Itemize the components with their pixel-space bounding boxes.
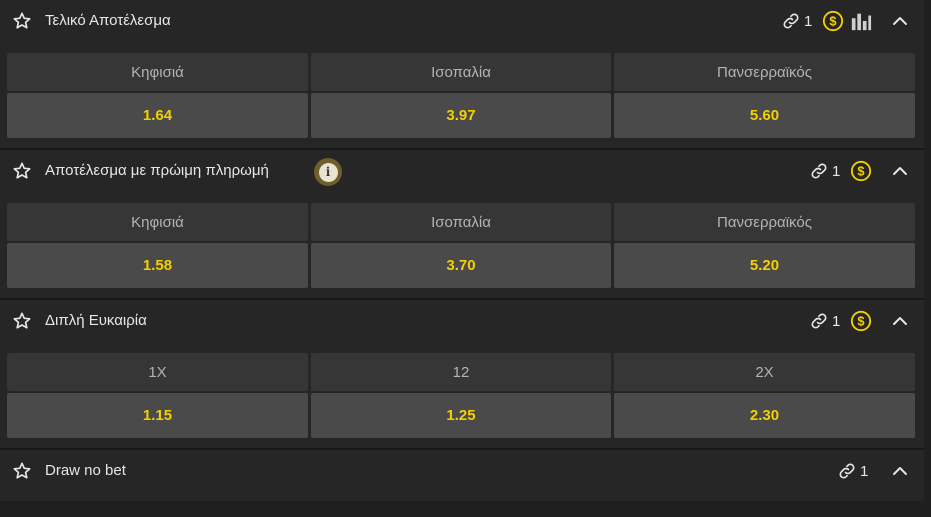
info-icon[interactable]: i — [314, 158, 342, 186]
market-final-result: Τελικό Αποτέλεσμα 1 $ Κηφισιά Ισοπαλία Π… — [0, 0, 924, 148]
market-double-chance: Διπλή Ευκαιρία 1 $ 1X 12 2X 1.15 1.25 2.… — [0, 300, 924, 448]
linked-markets[interactable]: 1 — [810, 160, 840, 182]
dollar-coin-icon[interactable]: $ — [850, 160, 872, 182]
dollar-coin-icon[interactable]: $ — [822, 10, 844, 32]
market-draw-no-bet: Draw no bet 1 — [0, 450, 924, 501]
market-title: Τελικό Αποτέλεσμα — [45, 12, 171, 29]
star-outline-icon[interactable] — [12, 311, 32, 331]
star-outline-icon[interactable] — [12, 161, 32, 181]
link-icon — [811, 313, 827, 329]
selection-label: Πανσερραϊκός — [614, 203, 915, 241]
linked-markets[interactable]: 1 — [838, 460, 868, 482]
info-glyph: i — [318, 162, 338, 182]
dollar-coin-icon[interactable]: $ — [850, 310, 872, 332]
linked-count: 1 — [804, 12, 813, 30]
market-early-payout: Αποτέλεσμα με πρώιμη πληρωμή i 1 $ Κηφισ… — [0, 150, 924, 298]
odds-button[interactable]: 5.20 — [614, 243, 915, 288]
linked-count: 1 — [832, 162, 841, 180]
link-icon — [783, 13, 799, 29]
market-header[interactable]: Τελικό Αποτέλεσμα 1 $ — [0, 0, 924, 42]
selection-label: Ισοπαλία — [311, 53, 611, 91]
star-outline-icon[interactable] — [12, 461, 32, 481]
chevron-up-icon[interactable] — [891, 312, 909, 330]
odds-button[interactable]: 1.25 — [311, 393, 611, 438]
linked-markets[interactable]: 1 — [782, 10, 812, 32]
selection-label: 2X — [614, 353, 915, 391]
odds-button[interactable]: 3.70 — [311, 243, 611, 288]
selection-label: Κηφισιά — [7, 203, 308, 241]
selection-label: 1X — [7, 353, 308, 391]
star-outline-icon[interactable] — [12, 11, 32, 31]
linked-count: 1 — [832, 312, 841, 330]
odds-button[interactable]: 1.64 — [7, 93, 308, 138]
odds-button[interactable]: 1.15 — [7, 393, 308, 438]
link-icon — [839, 463, 855, 479]
selection-label: Πανσερραϊκός — [614, 53, 915, 91]
chevron-up-icon[interactable] — [891, 12, 909, 30]
linked-markets[interactable]: 1 — [810, 310, 840, 332]
odds-button[interactable]: 1.58 — [7, 243, 308, 288]
svg-text:$: $ — [857, 314, 864, 329]
chevron-up-icon[interactable] — [891, 462, 909, 480]
market-title: Draw no bet — [45, 462, 126, 479]
odds-button[interactable]: 5.60 — [614, 93, 915, 138]
svg-text:$: $ — [857, 164, 864, 179]
market-title: Διπλή Ευκαιρία — [45, 312, 147, 329]
odds-button[interactable]: 3.97 — [311, 93, 611, 138]
linked-count: 1 — [860, 462, 869, 480]
svg-text:$: $ — [829, 14, 836, 29]
odds-button[interactable]: 2.30 — [614, 393, 915, 438]
selection-label: 12 — [311, 353, 611, 391]
chevron-up-icon[interactable] — [891, 162, 909, 180]
selection-label: Κηφισιά — [7, 53, 308, 91]
market-header[interactable]: Διπλή Ευκαιρία 1 $ — [0, 300, 924, 342]
bar-chart-icon[interactable] — [850, 10, 872, 32]
selection-label: Ισοπαλία — [311, 203, 611, 241]
market-header[interactable]: Αποτέλεσμα με πρώιμη πληρωμή i 1 $ — [0, 150, 924, 192]
market-title: Αποτέλεσμα με πρώιμη πληρωμή — [45, 162, 269, 179]
link-icon — [811, 163, 827, 179]
market-header[interactable]: Draw no bet 1 — [0, 450, 924, 492]
